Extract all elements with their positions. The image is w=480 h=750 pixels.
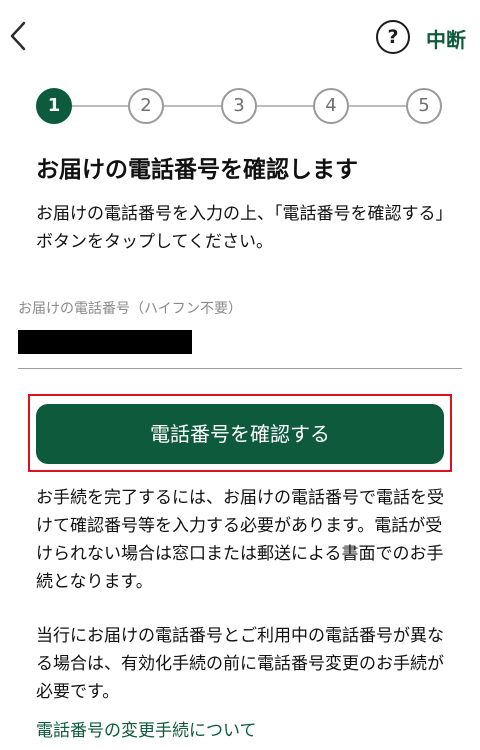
- phone-change-link[interactable]: 電話番号の変更手続について: [36, 716, 257, 741]
- app-header: ? 中断: [0, 0, 480, 72]
- phone-field-label: お届けの電話番号（ハイフン不要）: [18, 301, 242, 317]
- progress-stepper: 1 2 3 4 5: [36, 88, 446, 124]
- step-1: 1: [36, 88, 72, 124]
- stop-button[interactable]: 中断: [426, 24, 466, 53]
- page-description: お届けの電話番号を入力の上、「電話番号を確認する」ボタンをタップしてください。: [36, 204, 444, 252]
- note-paragraph: 当行にお届けの電話番号とご利用中の電話番号が異なる場合は、有効化手続の前に電話番…: [36, 626, 444, 702]
- phone-number-input[interactable]: [18, 322, 462, 369]
- step-connector: [257, 105, 313, 107]
- notes-section: お手続を完了するには、お届けの電話番号で電話を受けて確認番号等を入力する必要があ…: [36, 484, 448, 732]
- step-connector: [349, 105, 406, 107]
- step-2: 2: [128, 88, 164, 124]
- step-connector: [72, 105, 128, 107]
- step-3: 3: [221, 88, 257, 124]
- page-title: お届けの電話番号を確認します: [36, 157, 358, 183]
- step-5: 5: [406, 88, 442, 124]
- confirm-phone-button[interactable]: 電話番号を確認する: [36, 404, 444, 464]
- step-4: 4: [313, 88, 349, 124]
- help-icon[interactable]: ?: [376, 20, 410, 54]
- phone-number-value-redacted: [18, 330, 192, 354]
- note-paragraph: お手続を完了するには、お届けの電話番号で電話を受けて確認番号等を入力する必要があ…: [36, 488, 444, 592]
- step-connector: [164, 105, 221, 107]
- back-chevron-icon[interactable]: [4, 18, 34, 54]
